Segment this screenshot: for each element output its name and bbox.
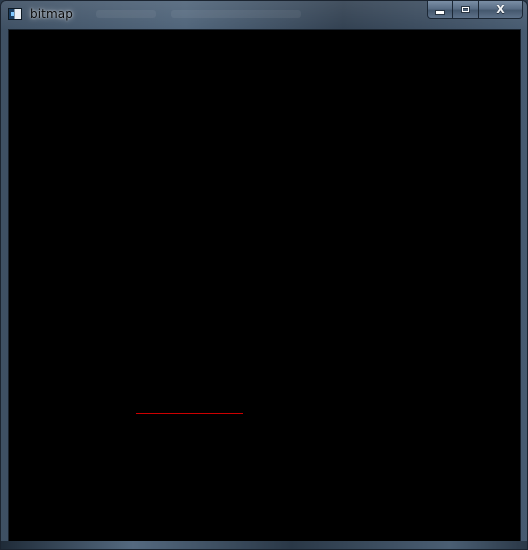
close-button[interactable]: X xyxy=(479,1,523,19)
window-title: bitmap xyxy=(30,7,73,21)
close-icon: X xyxy=(496,3,505,16)
maximize-button[interactable] xyxy=(453,1,479,19)
maximize-icon xyxy=(461,6,470,13)
title-bar[interactable]: bitmap X xyxy=(1,1,527,29)
bitmap-window: bitmap X xyxy=(0,0,528,550)
window-controls: X xyxy=(427,1,523,20)
canvas-drawing xyxy=(136,413,243,414)
bitmap-canvas[interactable] xyxy=(8,29,521,543)
title-bar-reflection xyxy=(96,10,156,18)
app-window-icon[interactable] xyxy=(8,8,22,20)
minimize-button[interactable] xyxy=(427,1,453,19)
window-bottom-border xyxy=(1,541,527,549)
title-bar-reflection xyxy=(171,10,301,18)
minimize-icon xyxy=(435,10,445,15)
